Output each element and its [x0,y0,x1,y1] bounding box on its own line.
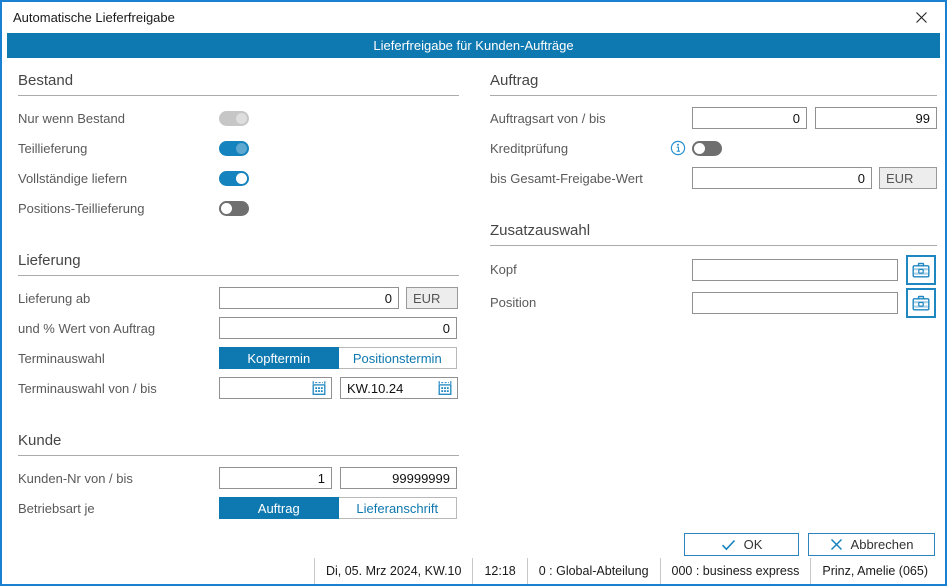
prozent-wert-input[interactable] [219,317,457,339]
row-terminauswahl-von-bis: Terminauswahl von / bis [18,373,459,403]
statusbar-date: Di, 05. Mrz 2024, KW.10 [314,558,472,584]
statusbar-time: 12:18 [472,558,526,584]
section-title-zusatzauswahl: Zusatzauswahl [490,222,937,246]
section-bestand: Bestand Nur wenn Bestand Teillieferung V… [18,72,459,223]
termin-von-field [219,377,332,399]
terminauswahl-kopftermin-button[interactable]: Kopftermin [219,347,339,369]
calendar-icon[interactable] [437,380,453,396]
section-lieferung: Lieferung Lieferung ab EUR und % Wert vo… [18,252,459,403]
row-freigabe-wert: bis Gesamt-Freigabe-Wert EUR [490,163,937,193]
section-title-lieferung: Lieferung [18,252,459,276]
window-title: Automatische Lieferfreigabe [13,10,175,25]
row-betriebsart: Betriebsart je Auftrag Lieferanschrift [18,493,459,523]
kunden-nr-bis-input[interactable] [340,467,457,489]
freigabe-wert-currency: EUR [879,167,937,189]
label-kopf: Kopf [490,262,692,277]
kopf-input[interactable] [692,259,898,281]
cancel-button-label: Abbrechen [851,537,914,552]
label-terminauswahl: Terminauswahl [18,351,219,366]
terminauswahl-positionstermin-button[interactable]: Positionstermin [339,347,458,369]
termin-von-input[interactable] [222,381,311,396]
section-zusatzauswahl: Zusatzauswahl Kopf Position [490,222,937,319]
termin-bis-input[interactable] [343,381,437,396]
statusbar-department: 0 : Global-Abteilung [527,558,660,584]
briefcase-icon [912,262,930,278]
row-lieferung-ab: Lieferung ab EUR [18,283,459,313]
lieferung-ab-currency: EUR [406,287,458,309]
label-terminauswahl-von-bis: Terminauswahl von / bis [18,381,219,396]
section-auftrag: Auftrag Auftragsart von / bis Kreditprüf… [490,72,937,193]
label-kunden-nr: Kunden-Nr von / bis [18,471,219,486]
footer-buttons: OK Abbrechen [684,533,935,556]
toggle-teillieferung[interactable] [219,141,249,156]
label-freigabe-wert: bis Gesamt-Freigabe-Wert [490,171,692,186]
toggle-kreditpruefung[interactable] [692,141,722,156]
briefcase-icon [912,295,930,311]
ok-button-label: OK [744,537,763,552]
check-icon [721,539,736,551]
termin-bis-field [340,377,458,399]
close-icon[interactable] [909,8,934,27]
label-nur-wenn-bestand: Nur wenn Bestand [18,111,219,126]
titlebar: Automatische Lieferfreigabe [2,2,945,33]
label-vollstaendige-liefern: Vollständige liefern [18,171,219,186]
kunden-nr-von-input[interactable] [219,467,332,489]
toggle-nur-wenn-bestand[interactable] [219,111,249,126]
section-title-bestand: Bestand [18,72,459,96]
cancel-button[interactable]: Abbrechen [808,533,935,556]
row-kunden-nr: Kunden-Nr von / bis [18,463,459,493]
label-kreditpruefung: Kreditprüfung [490,141,692,156]
label-prozent-wert: und % Wert von Auftrag [18,321,219,336]
toggle-vollstaendige-liefern[interactable] [219,171,249,186]
row-vollstaendige-liefern: Vollständige liefern [18,163,459,193]
label-teillieferung: Teillieferung [18,141,219,156]
lieferung-ab-input[interactable] [219,287,399,309]
row-terminauswahl: Terminauswahl Kopftermin Positionstermin [18,343,459,373]
info-icon[interactable] [670,140,686,156]
row-teillieferung: Teillieferung [18,133,459,163]
section-title-auftrag: Auftrag [490,72,937,96]
row-position: Position [490,286,937,319]
row-auftragsart: Auftragsart von / bis [490,103,937,133]
dialog-window: Automatische Lieferfreigabe Lieferfreiga… [0,0,947,586]
statusbar: Di, 05. Mrz 2024, KW.10 12:18 0 : Global… [314,558,939,584]
terminauswahl-segmented: Kopftermin Positionstermin [219,347,457,369]
calendar-icon[interactable] [311,380,327,396]
row-prozent-wert: und % Wert von Auftrag [18,313,459,343]
auftragsart-von-input[interactable] [692,107,807,129]
toggle-positions-teillieferung[interactable] [219,201,249,216]
ok-button[interactable]: OK [684,533,799,556]
section-kunde: Kunde Kunden-Nr von / bis Betriebsart je… [18,432,459,523]
betriebsart-auftrag-button[interactable]: Auftrag [219,497,339,519]
betriebsart-lieferanschrift-button[interactable]: Lieferanschrift [339,497,458,519]
statusbar-user: Prinz, Amelie (065) [810,558,939,584]
auftragsart-bis-input[interactable] [815,107,937,129]
row-nur-wenn-bestand: Nur wenn Bestand [18,103,459,133]
position-input[interactable] [692,292,898,314]
label-auftragsart: Auftragsart von / bis [490,111,692,126]
kopf-selection-button[interactable] [906,255,936,285]
row-positions-teillieferung: Positions-Teillieferung [18,193,459,223]
label-positions-teillieferung: Positions-Teillieferung [18,201,219,216]
row-kreditpruefung: Kreditprüfung [490,133,937,163]
label-lieferung-ab: Lieferung ab [18,291,219,306]
dialog-header-banner: Lieferfreigabe für Kunden-Aufträge [7,33,940,58]
label-betriebsart: Betriebsart je [18,501,219,516]
section-title-kunde: Kunde [18,432,459,456]
betriebsart-segmented: Auftrag Lieferanschrift [219,497,457,519]
row-kopf: Kopf [490,253,937,286]
position-selection-button[interactable] [906,288,936,318]
statusbar-company: 000 : business express [660,558,811,584]
freigabe-wert-input[interactable] [692,167,872,189]
x-icon [830,538,843,551]
label-position: Position [490,295,692,310]
